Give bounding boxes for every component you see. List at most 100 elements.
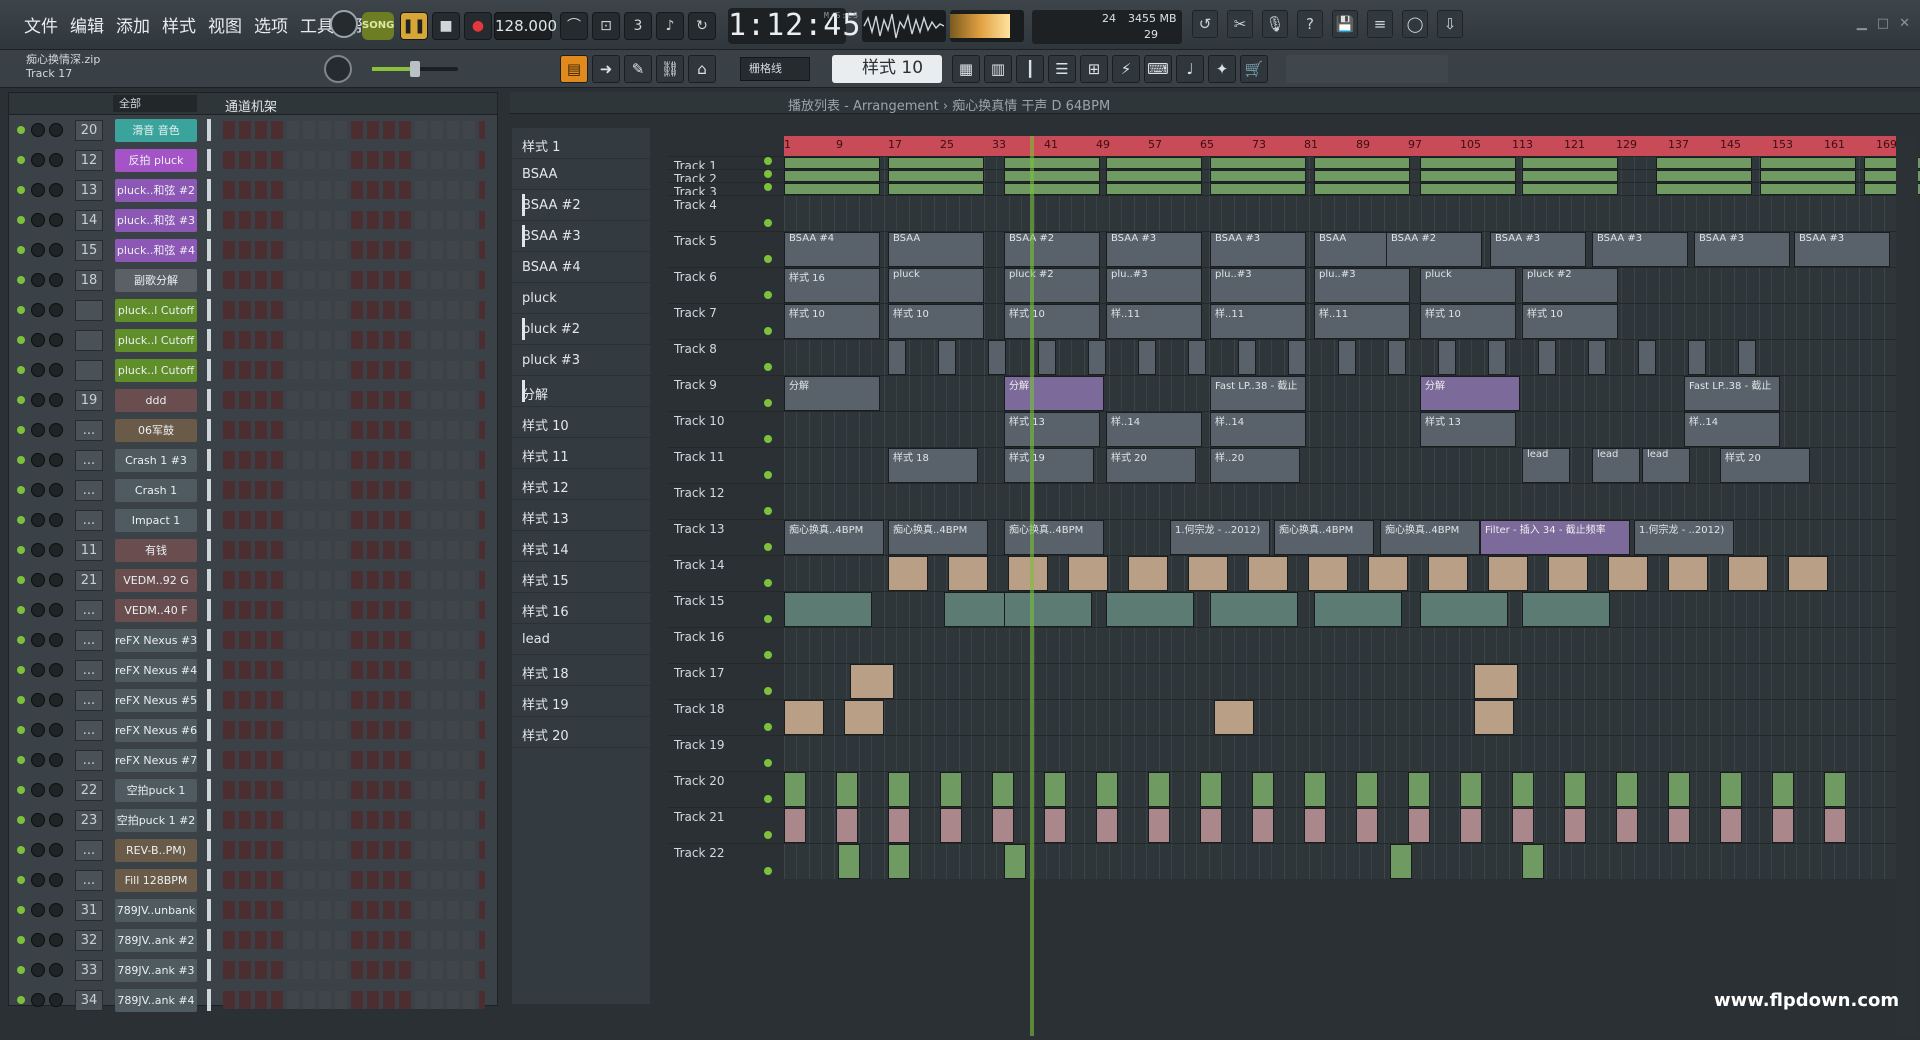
playlist-track[interactable]: Track 18 (668, 699, 1896, 735)
track-lane[interactable] (784, 484, 1896, 519)
playlist-track[interactable]: Track 17 (668, 663, 1896, 699)
playlist-clip[interactable] (1656, 183, 1752, 195)
channel-row[interactable]: ... reFX Nexus #7 (9, 745, 497, 775)
playlist-clip[interactable] (1148, 808, 1170, 843)
channel-pan-knob[interactable] (31, 273, 45, 287)
playlist-clip[interactable] (784, 592, 872, 627)
track-lane[interactable] (784, 157, 1920, 169)
playlist-clip[interactable] (1188, 340, 1206, 375)
chat-icon[interactable]: ◯ (1402, 10, 1428, 38)
pencil-tool-icon[interactable]: ✎ (624, 55, 652, 83)
step-sequencer-steps[interactable] (223, 931, 485, 949)
pattern-item[interactable]: 样式 16 (512, 593, 650, 624)
stop-button[interactable]: ■ (432, 12, 460, 40)
playlist-clip[interactable] (1008, 556, 1048, 591)
mixer-track-number[interactable]: ... (75, 600, 103, 621)
mixer-track-number[interactable]: 22 (75, 780, 103, 801)
playlist-clip[interactable] (888, 170, 984, 182)
playlist-clip[interactable]: BSAA #4 (784, 232, 880, 267)
playlist-clip[interactable] (1200, 772, 1222, 807)
playlist-clip[interactable] (888, 844, 910, 879)
channel-enable-led-icon[interactable] (17, 576, 25, 584)
step-sequencer-steps[interactable] (223, 691, 485, 709)
playlist-clip[interactable] (1356, 772, 1378, 807)
playlist-clip[interactable] (888, 808, 910, 843)
pattern-item[interactable]: 样式 11 (512, 438, 650, 469)
mixer-track-number[interactable]: ... (75, 750, 103, 771)
playlist-track[interactable]: Track 2 (668, 169, 1920, 186)
close-icon[interactable]: ✕ (1899, 16, 1910, 31)
playlist-clip[interactable] (888, 183, 984, 195)
channel-select-indicator[interactable] (207, 719, 211, 741)
playlist-clip[interactable] (1288, 340, 1306, 375)
playlist-track[interactable]: Track 5 BSAA #4 BSAA BSAA #2 BSAA #3 BSAA #3 B… (668, 231, 1896, 267)
playlist-clip[interactable] (1772, 772, 1794, 807)
channel-volume-knob[interactable] (49, 423, 63, 437)
channel-name-button[interactable]: 副歌分解 (115, 269, 197, 292)
pattern-item[interactable]: lead (512, 624, 650, 655)
channel-volume-knob[interactable] (49, 123, 63, 137)
playlist-clip[interactable] (1488, 556, 1528, 591)
track-mute-led-icon[interactable] (764, 255, 772, 263)
playlist-clip[interactable] (1044, 772, 1066, 807)
mixer-track-number[interactable]: ... (75, 420, 103, 441)
playlist-clip[interactable] (1138, 340, 1156, 375)
playlist-clip[interactable] (1588, 340, 1606, 375)
playlist-clip[interactable] (948, 556, 988, 591)
playlist-clip[interactable] (1004, 592, 1092, 627)
track-name[interactable]: Track 6 (674, 270, 774, 284)
channel-enable-led-icon[interactable] (17, 336, 25, 344)
playlist-clip[interactable] (888, 772, 910, 807)
mixer-track-number[interactable]: 34 (75, 990, 103, 1011)
minimize-icon[interactable]: ▁ (1857, 16, 1867, 31)
channel-pan-knob[interactable] (31, 843, 45, 857)
channel-row[interactable]: 15 pluck..和弦 #4 (9, 235, 497, 265)
playlist-clip[interactable]: Fast LP..38 - 截止 (1684, 376, 1780, 411)
channel-enable-led-icon[interactable] (17, 666, 25, 674)
channel-row[interactable]: 32 789JV..ank #2 (9, 925, 497, 955)
channel-row[interactable]: 33 789JV..ank #3 (9, 955, 497, 985)
playlist-clip[interactable]: 1.何宗龙 - ..2012) (1170, 520, 1270, 555)
channel-enable-led-icon[interactable] (17, 966, 25, 974)
playlist-clip[interactable]: plu..#3 (1106, 268, 1202, 303)
pattern-item[interactable]: 样式 13 (512, 500, 650, 531)
channel-name-button[interactable]: reFX Nexus #4 (115, 659, 197, 682)
channel-name-button[interactable]: Fill 128BPM (115, 869, 197, 892)
playlist-clip[interactable] (1512, 808, 1534, 843)
playlist-clip[interactable] (1004, 157, 1100, 169)
playlist-clip[interactable] (1824, 772, 1846, 807)
mixer-track-number[interactable]: 20 (75, 120, 103, 141)
track-name[interactable]: Track 16 (674, 630, 774, 644)
step-sequencer-steps[interactable] (223, 271, 485, 289)
track-mute-led-icon[interactable] (764, 170, 772, 178)
channel-enable-led-icon[interactable] (17, 156, 25, 164)
mixer-track-number[interactable]: ... (75, 720, 103, 741)
playlist-clip[interactable] (1760, 170, 1856, 182)
pattern-selector[interactable]: 样式 10 (832, 55, 942, 83)
step-sequencer-steps[interactable] (223, 301, 485, 319)
channel-enable-led-icon[interactable] (17, 726, 25, 734)
playlist-clip[interactable]: Fast LP..38 - 截止 (1210, 376, 1306, 411)
channel-volume-knob[interactable] (49, 783, 63, 797)
channel-select-indicator[interactable] (207, 749, 211, 771)
channel-row[interactable]: pluck..l Cutoff (9, 325, 497, 355)
channel-name-button[interactable]: pluck..l Cutoff (115, 299, 197, 322)
channel-pan-knob[interactable] (31, 933, 45, 947)
channel-select-indicator[interactable] (207, 419, 211, 441)
channel-row[interactable]: 13 pluck..和弦 #2 (9, 175, 497, 205)
step-sequencer-steps[interactable] (223, 331, 485, 349)
channel-row[interactable]: 23 空拍puck 1 #2 (9, 805, 497, 835)
vertical-scrollbar[interactable] (1896, 136, 1918, 1036)
channel-pan-knob[interactable] (31, 753, 45, 767)
mixer-track-number[interactable]: 33 (75, 960, 103, 981)
tempo-tapper-icon[interactable]: ♩ (1176, 55, 1204, 83)
channel-select-indicator[interactable] (207, 689, 211, 711)
playlist-clip[interactable]: 样..11 (1210, 304, 1306, 339)
channel-pan-knob[interactable] (31, 213, 45, 227)
channel-volume-knob[interactable] (49, 813, 63, 827)
playlist-clip[interactable] (1106, 183, 1202, 195)
channel-volume-knob[interactable] (49, 393, 63, 407)
track-lane[interactable] (784, 556, 1896, 591)
mixer-track-number[interactable]: ... (75, 630, 103, 651)
channel-enable-led-icon[interactable] (17, 486, 25, 494)
